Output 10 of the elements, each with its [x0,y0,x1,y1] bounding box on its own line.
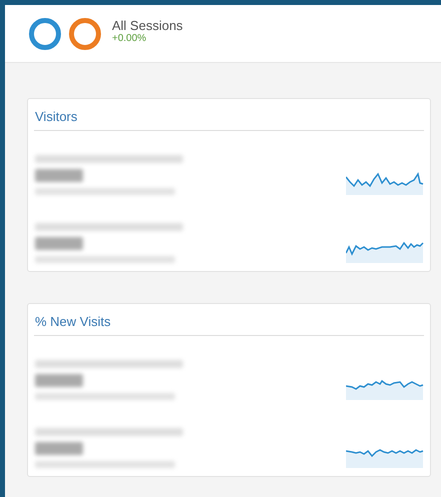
card-title: Visitors [34,107,424,131]
ring-icon [68,16,102,50]
segment-title: All Sessions [112,18,183,32]
card-title: % New Visits [34,312,424,336]
blurred-text [35,169,83,182]
blurred-text [35,237,83,250]
change-percent: +0.00% [112,32,148,44]
ring-icon [28,16,62,50]
blurred-text [35,374,83,387]
blurred-text [35,442,83,455]
